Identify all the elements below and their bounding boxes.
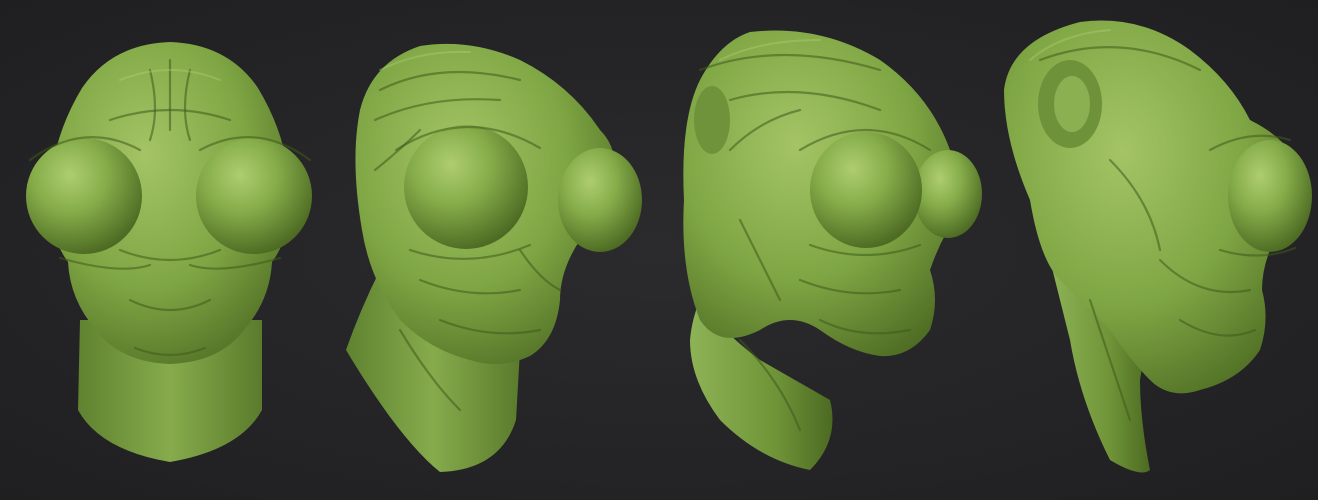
angled-ear-ridge <box>694 86 730 154</box>
front-eye-right <box>196 138 312 254</box>
angled-eye-near <box>810 132 922 248</box>
side-view <box>1004 20 1312 473</box>
front-view <box>26 42 312 462</box>
side-eye <box>1228 140 1312 252</box>
three-quarter-eye-far <box>558 148 642 252</box>
angled-eye-far <box>914 150 982 238</box>
front-eye-left <box>26 138 142 254</box>
alien-bust-renders <box>26 20 1312 473</box>
three-quarter-eye-near <box>404 125 528 249</box>
three-quarter-view <box>346 43 642 472</box>
angled-side-view <box>683 30 982 470</box>
render-canvas <box>0 0 1318 500</box>
side-ear-inner <box>1054 76 1090 132</box>
